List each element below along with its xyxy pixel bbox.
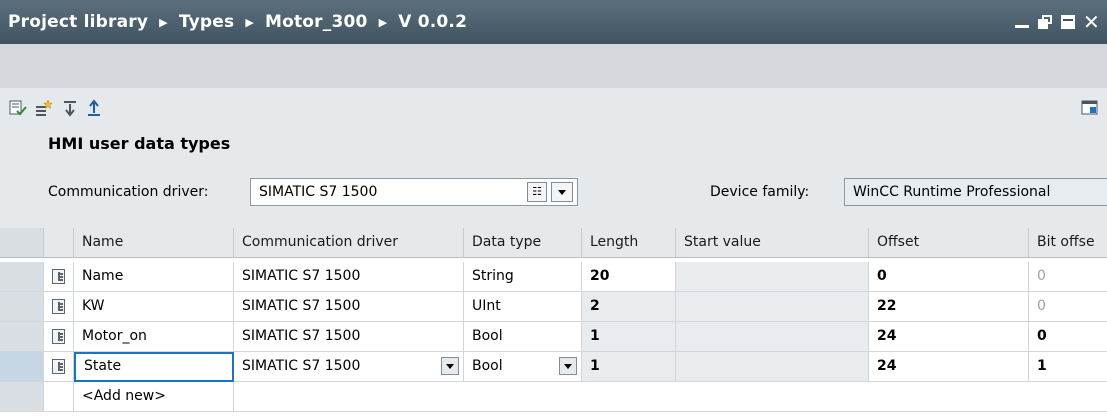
row-header[interactable] (0, 322, 44, 352)
breadcrumb-motor[interactable]: Motor_300 (265, 12, 368, 32)
cell-bit-offset[interactable]: 0 (1029, 262, 1107, 292)
icon-column-header (44, 228, 74, 258)
row-icon-cell (44, 322, 74, 352)
data-type-icon (52, 359, 65, 374)
cell-data-type[interactable]: Bool (464, 322, 582, 352)
data-type-icon (52, 269, 65, 284)
column-header-driver[interactable]: Communication driver (234, 228, 464, 258)
breadcrumb-project-library[interactable]: Project library (8, 12, 148, 32)
table-row[interactable]: Name SIMATIC S7 1500 String 20 0 0 (0, 262, 1107, 292)
title-bar: Project library ▶ Types ▶ Motor_300 ▶ V … (0, 0, 1107, 44)
row-icon-cell (44, 262, 74, 292)
add-new-row-rest (234, 382, 1107, 412)
cell-name[interactable]: Motor_on (74, 322, 234, 352)
cell-name-editing[interactable]: State (74, 352, 234, 382)
table-row[interactable]: KW SIMATIC S7 1500 UInt 2 22 0 (0, 292, 1107, 322)
add-new-item[interactable]: <Add new> (74, 382, 234, 412)
communication-driver-select[interactable]: SIMATIC S7 1500 ☷ (250, 178, 578, 206)
cell-start-value[interactable] (676, 262, 869, 292)
minimize-icon[interactable] (1014, 14, 1030, 30)
cell-data-type[interactable]: UInt (464, 292, 582, 322)
column-header-length[interactable]: Length (582, 228, 676, 258)
table-header-row: Name Communication driver Data type Leng… (0, 228, 1107, 258)
cell-driver[interactable]: SIMATIC S7 1500 (234, 262, 464, 292)
table-row[interactable]: Motor_on SIMATIC S7 1500 Bool 1 24 0 (0, 322, 1107, 352)
maximize-icon[interactable] (1060, 14, 1076, 30)
row-icon-cell (44, 352, 74, 382)
breadcrumb-separator-icon: ▶ (245, 15, 254, 29)
cell-offset[interactable]: 24 (869, 322, 1029, 352)
table-row-selected[interactable]: State SIMATIC S7 1500 Bool 1 24 1 (0, 352, 1107, 382)
list-icon[interactable]: ☷ (527, 182, 547, 202)
cell-length[interactable]: 1 (582, 322, 676, 352)
column-header-data-type[interactable]: Data type (464, 228, 582, 258)
device-family-label: Device family: (710, 184, 810, 200)
add-new-row[interactable]: <Add new> (0, 382, 1107, 412)
data-type-icon (52, 299, 65, 314)
column-header-name[interactable]: Name (74, 228, 234, 258)
cell-data-type[interactable]: Bool (464, 352, 582, 382)
cell-name[interactable]: KW (74, 292, 234, 322)
cell-driver[interactable]: SIMATIC S7 1500 (234, 292, 464, 322)
row-header[interactable] (0, 262, 44, 292)
data-types-table: Name Communication driver Data type Leng… (0, 228, 1107, 416)
cell-start-value[interactable] (676, 292, 869, 322)
cell-bit-offset[interactable]: 1 (1029, 352, 1107, 382)
communication-driver-value: SIMATIC S7 1500 (259, 184, 378, 200)
row-header[interactable] (0, 382, 44, 412)
row-header[interactable] (0, 292, 44, 322)
breadcrumb-separator-icon: ▶ (159, 15, 168, 29)
cell-length[interactable]: 2 (582, 292, 676, 322)
column-header-start-value[interactable]: Start value (676, 228, 869, 258)
toolbar (0, 96, 1107, 122)
cell-data-type[interactable]: String (464, 262, 582, 292)
close-icon[interactable]: ✕ (1083, 12, 1100, 32)
cell-driver[interactable]: SIMATIC S7 1500 (234, 352, 464, 382)
breadcrumb-separator-icon: ▶ (378, 15, 388, 29)
row-icon-cell (44, 382, 74, 412)
restore-icon[interactable] (1037, 14, 1053, 30)
cell-offset[interactable]: 22 (869, 292, 1029, 322)
row-header-corner (0, 228, 44, 258)
apply-changes-icon[interactable] (8, 98, 28, 118)
breadcrumb-version[interactable]: V 0.0.2 (398, 12, 467, 32)
new-item-icon[interactable] (34, 98, 54, 118)
device-family-value: WinCC Runtime Professional (844, 178, 1107, 206)
chevron-down-icon[interactable] (559, 357, 577, 375)
cell-name[interactable]: Name (74, 262, 234, 292)
row-icon-cell (44, 292, 74, 322)
cell-offset[interactable]: 24 (869, 352, 1029, 382)
column-header-bit-offset[interactable]: Bit offse (1029, 228, 1107, 258)
row-header[interactable] (0, 352, 44, 382)
communication-driver-label: Communication driver: (48, 184, 209, 200)
cell-offset[interactable]: 0 (869, 262, 1029, 292)
cell-start-value[interactable] (676, 352, 869, 382)
cell-driver-value: SIMATIC S7 1500 (242, 358, 361, 374)
cell-driver[interactable]: SIMATIC S7 1500 (234, 322, 464, 352)
upload-icon[interactable] (84, 98, 104, 118)
chevron-down-icon[interactable] (551, 182, 573, 202)
cell-data-type-value: Bool (472, 358, 503, 374)
data-type-icon (52, 329, 65, 344)
window-settings-icon[interactable] (1080, 98, 1100, 118)
breadcrumb-types[interactable]: Types (179, 12, 234, 32)
page-title: HMI user data types (48, 134, 231, 153)
download-icon[interactable] (60, 98, 80, 118)
editor-tab-band (0, 44, 1107, 88)
cell-bit-offset[interactable]: 0 (1029, 322, 1107, 352)
cell-length[interactable]: 20 (582, 262, 676, 292)
chevron-down-icon[interactable] (441, 357, 459, 375)
breadcrumb: Project library ▶ Types ▶ Motor_300 ▶ V … (8, 0, 467, 44)
window-controls: ✕ (1014, 0, 1100, 44)
column-header-offset[interactable]: Offset (869, 228, 1029, 258)
cell-start-value[interactable] (676, 322, 869, 352)
cell-length[interactable]: 1 (582, 352, 676, 382)
cell-bit-offset[interactable]: 0 (1029, 292, 1107, 322)
